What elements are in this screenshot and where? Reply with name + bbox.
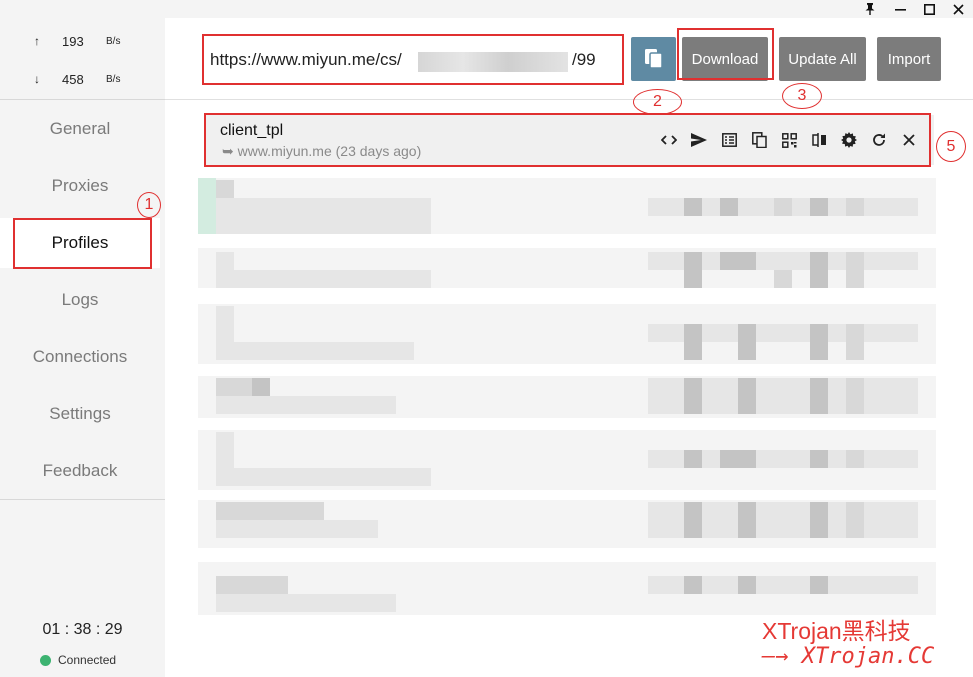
sidebar-item-connections[interactable]: Connections	[0, 332, 160, 382]
uptime-clock: 01 : 38 : 29	[42, 621, 123, 638]
profile-card[interactable]: client_tpl ➥ www.miyun.me (23 days ago)	[206, 115, 934, 165]
sidebar-divider-bottom	[0, 499, 165, 500]
sidebar-item-settings[interactable]: Settings	[0, 389, 160, 439]
maximize-icon[interactable]	[914, 0, 944, 18]
download-arrow-icon: ↓	[34, 72, 40, 86]
blurred-row	[198, 500, 936, 548]
profile-name: client_tpl	[220, 122, 284, 139]
connection-status: Connected	[40, 653, 116, 667]
annotation-number-2: 2	[633, 89, 682, 115]
blurred-row	[198, 376, 936, 418]
watermark-line-2: —→ XTrojan.CC	[762, 644, 935, 669]
compare-icon[interactable]	[808, 129, 830, 151]
toolbar-divider	[165, 99, 973, 100]
close-window-icon[interactable]	[943, 0, 973, 18]
update-all-button[interactable]: Update All	[779, 37, 866, 81]
sidebar-item-profiles[interactable]: Profiles	[0, 218, 160, 268]
download-button[interactable]: Download	[682, 37, 768, 81]
annotation-number-3: 3	[782, 83, 822, 109]
title-bar	[0, 0, 973, 18]
blurred-row	[198, 248, 936, 288]
upload-speed-unit: B/s	[106, 36, 121, 47]
gear-icon[interactable]	[838, 129, 860, 151]
watermark-line-1: XTrojan黑科技	[762, 618, 911, 644]
annotation-number-5: 5	[936, 131, 966, 162]
sidebar-item-proxies[interactable]: Proxies	[0, 161, 160, 211]
duplicate-icon[interactable]	[748, 129, 770, 151]
url-redacted-mask	[418, 52, 568, 72]
upload-speed-value: 193	[62, 34, 84, 49]
refresh-icon[interactable]	[868, 129, 890, 151]
blurred-row	[198, 430, 936, 490]
sidebar-item-general[interactable]: General	[0, 104, 160, 154]
status-label: Connected	[58, 653, 117, 667]
import-button[interactable]: Import	[877, 37, 941, 81]
code-icon[interactable]	[658, 129, 680, 151]
sidebar-item-feedback[interactable]: Feedback	[0, 446, 160, 496]
upload-speed: ↑ 193 B/s	[0, 32, 165, 52]
upload-arrow-icon: ↑	[34, 34, 40, 48]
copy-icon	[644, 49, 663, 69]
download-speed-value: 458	[62, 72, 84, 87]
close-icon[interactable]	[898, 129, 920, 151]
sidebar-divider	[0, 99, 165, 100]
sidebar-item-logs[interactable]: Logs	[0, 275, 160, 325]
paste-url-button[interactable]	[631, 37, 676, 81]
blurred-row	[198, 178, 936, 234]
url-tail-text: /99	[572, 50, 596, 69]
qrcode-icon[interactable]	[778, 129, 800, 151]
download-speed: ↓ 458 B/s	[0, 70, 165, 90]
pin-icon[interactable]	[855, 0, 885, 18]
pixelated-proxy-list	[198, 178, 936, 615]
sidebar: ↑ 193 B/s ↓ 458 B/s General Proxies Prof…	[0, 18, 165, 677]
minimize-icon[interactable]	[885, 0, 915, 18]
blurred-row	[198, 304, 936, 364]
blurred-row	[198, 562, 936, 615]
list-icon[interactable]	[718, 129, 740, 151]
profile-source: ➥ www.miyun.me (23 days ago)	[222, 143, 422, 159]
download-speed-unit: B/s	[106, 74, 121, 85]
send-icon[interactable]	[688, 129, 710, 151]
status-dot-icon	[40, 654, 51, 666]
